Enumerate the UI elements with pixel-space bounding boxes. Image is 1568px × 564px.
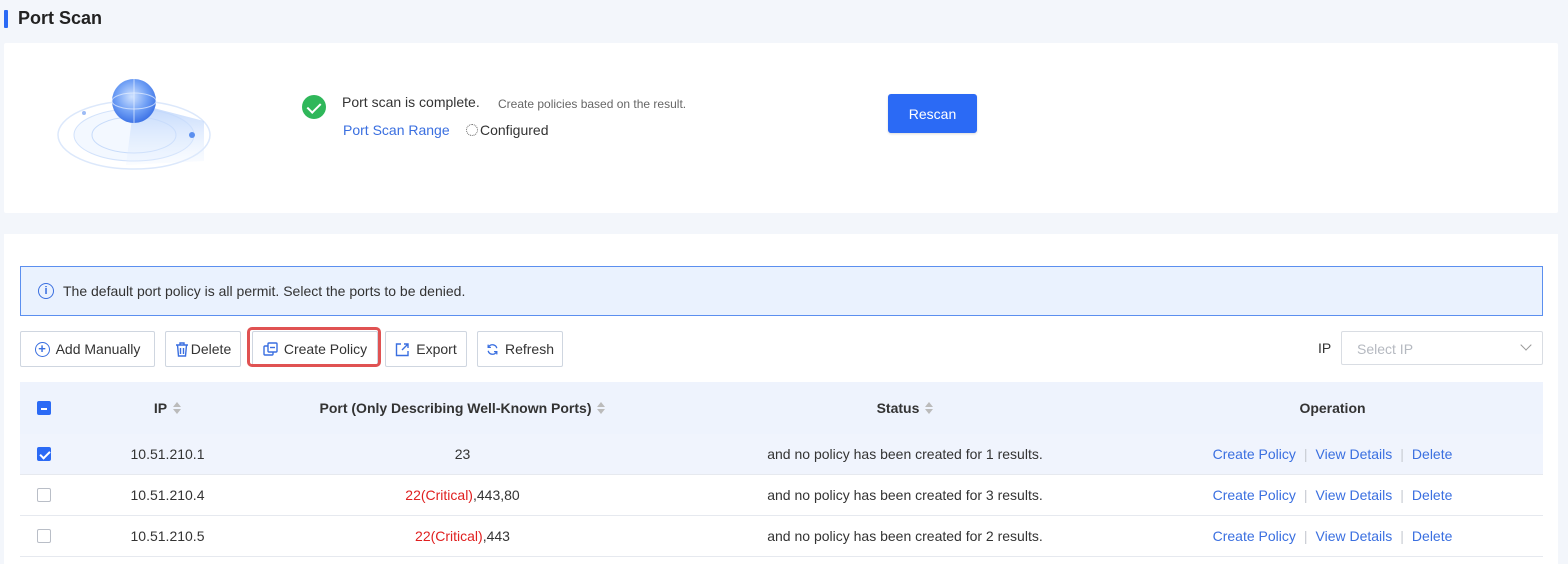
view-details-link[interactable]: View Details (1316, 528, 1393, 544)
view-details-link[interactable]: View Details (1316, 446, 1393, 462)
info-banner-text: The default port policy is all permit. S… (63, 283, 466, 299)
scan-status-text: Port scan is complete. (342, 94, 480, 110)
op-divider: | (1303, 528, 1308, 544)
row-status: and no policy has been created for 2 res… (767, 528, 1043, 544)
row-ip: 10.51.210.4 (130, 487, 205, 503)
col-status[interactable]: Status (665, 382, 1145, 434)
info-banner: i The default port policy is all permit.… (20, 266, 1543, 316)
export-button[interactable]: Export (385, 331, 467, 367)
title-accent-bar (4, 10, 8, 28)
rescan-button[interactable]: Rescan (888, 94, 977, 133)
table-header: IP Port (Only Describing Well-Known Port… (20, 382, 1543, 434)
sort-icon[interactable] (925, 402, 934, 414)
row-ip: 10.51.210.5 (130, 528, 205, 544)
scan-results-card: i The default port policy is all permit.… (4, 234, 1558, 564)
col-ip[interactable]: IP (75, 382, 260, 434)
row-status: and no policy has been created for 3 res… (767, 487, 1043, 503)
port-rest: ,443,80 (472, 487, 520, 503)
ip-select-placeholder: Select IP (1357, 341, 1414, 357)
sort-icon[interactable] (597, 402, 606, 414)
table-row: 10.51.210.4 22(Critical) ,443,80 and no p… (20, 475, 1543, 516)
row-operations: Create Policy | View Details | Delete (1145, 516, 1520, 556)
select-all-checkbox[interactable] (37, 401, 51, 415)
policy-icon (263, 341, 278, 356)
ip-filter-label: IP (1318, 340, 1332, 356)
row-operations: Create Policy | View Details | Delete (1145, 475, 1520, 515)
sort-icon[interactable] (173, 402, 182, 414)
col-status-label: Status (876, 400, 920, 416)
table-row: 10.51.210.1 23 and no policy has been cr… (20, 434, 1543, 475)
op-divider: | (1303, 487, 1308, 503)
row-port: 22(Critical) ,443 (260, 516, 665, 556)
row-select-cell (34, 516, 54, 556)
row-select-cell (34, 434, 54, 474)
row-select-cell (34, 475, 54, 515)
configured-label: Configured (480, 122, 549, 138)
port-rest: 23 (454, 446, 471, 462)
row-port: 23 (260, 434, 665, 474)
page-header: Port Scan (0, 0, 1568, 40)
create-policy-link[interactable]: Create Policy (1213, 446, 1296, 462)
col-ip-label: IP (153, 400, 168, 416)
scan-status-card: Port scan is complete. Create policies b… (4, 43, 1558, 213)
row-checkbox[interactable] (37, 529, 51, 543)
delete-label: Delete (190, 341, 232, 357)
refresh-label: Refresh (504, 341, 554, 357)
col-port[interactable]: Port (Only Describing Well-Known Ports) (260, 382, 665, 434)
row-port: 22(Critical) ,443,80 (260, 475, 665, 515)
results-table: IP Port (Only Describing Well-Known Port… (20, 382, 1543, 557)
op-divider: | (1303, 446, 1308, 462)
col-operation: Operation (1145, 382, 1520, 434)
delete-button[interactable]: Delete (165, 331, 241, 367)
scan-hint-text: Create policies based on the result. (498, 97, 687, 111)
row-operations: Create Policy | View Details | Delete (1145, 434, 1520, 474)
op-divider: | (1400, 446, 1404, 462)
row-checkbox[interactable] (37, 447, 51, 461)
export-label: Export (416, 341, 457, 357)
col-operation-label: Operation (1299, 400, 1366, 416)
refresh-icon (487, 343, 498, 355)
info-icon: i (38, 283, 54, 299)
create-policy-button[interactable]: Create Policy (252, 331, 378, 367)
port-rest: ,443 (482, 528, 510, 544)
add-manually-button[interactable]: + Add Manually (20, 331, 155, 367)
page-title: Port Scan (18, 8, 103, 28)
plus-circle-icon: + (34, 341, 50, 357)
globe-illustration-icon (57, 79, 211, 170)
success-check-icon (302, 95, 326, 119)
trash-icon (175, 341, 188, 357)
op-divider: | (1400, 528, 1404, 544)
configured-status: Configured (466, 122, 549, 138)
gear-icon (466, 124, 478, 136)
table-row: 10.51.210.5 22(Critical) ,443 and no poli… (20, 516, 1543, 557)
refresh-button[interactable]: Refresh (477, 331, 563, 367)
create-policy-link[interactable]: Create Policy (1213, 487, 1296, 503)
delete-link[interactable]: Delete (1412, 528, 1452, 544)
delete-link[interactable]: Delete (1412, 487, 1452, 503)
create-policy-link[interactable]: Create Policy (1213, 528, 1296, 544)
row-checkbox[interactable] (37, 488, 51, 502)
port-critical: 22(Critical) (405, 487, 473, 503)
add-manually-label: Add Manually (55, 341, 141, 357)
row-ip: 10.51.210.1 (130, 446, 205, 462)
op-divider: | (1400, 487, 1404, 503)
view-details-link[interactable]: View Details (1316, 487, 1393, 503)
chevron-down-icon (1520, 339, 1532, 351)
col-port-label: Port (Only Describing Well-Known Ports) (319, 400, 592, 416)
row-status: and no policy has been created for 1 res… (767, 446, 1043, 462)
create-policy-label: Create Policy (283, 341, 368, 357)
ip-filter-select[interactable]: Select IP (1341, 331, 1543, 365)
port-critical: 22(Critical) (415, 528, 483, 544)
select-all-cell (34, 382, 54, 434)
delete-link[interactable]: Delete (1412, 446, 1452, 462)
export-icon (396, 342, 409, 356)
port-scan-range-link[interactable]: Port Scan Range (343, 122, 450, 138)
